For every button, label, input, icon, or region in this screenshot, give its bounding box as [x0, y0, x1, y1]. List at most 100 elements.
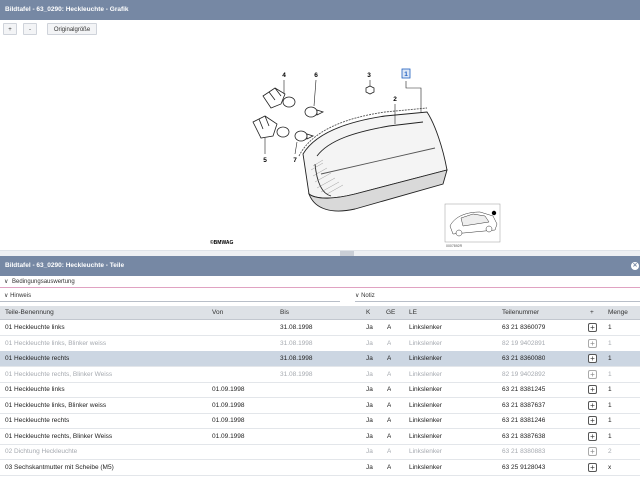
cell-bis: 31.08.1998	[280, 339, 313, 347]
column-header-ge[interactable]: GE	[386, 306, 395, 319]
table-row[interactable]: 01 Heckleuchte rechts 31.08.1998 Ja A Linksl…	[0, 351, 640, 367]
cell-ge: A	[387, 463, 392, 471]
cell-le: Linkslenker	[409, 463, 442, 471]
callout-2[interactable]: 2	[393, 96, 397, 103]
cell-name: 03 Sechskantmutter mit Scheibe (M5)	[5, 463, 114, 471]
cell-le: Linkslenker	[409, 339, 442, 347]
add-to-cart-icon[interactable]: +	[588, 416, 597, 425]
cell-teilenummer: 82 19 9402892	[502, 370, 546, 378]
add-to-cart-icon[interactable]: +	[588, 431, 597, 441]
bulb-socket-5	[252, 115, 290, 139]
cell-von: 01.09.1998	[212, 417, 245, 424]
divider	[0, 287, 640, 288]
cell-name: 01 Heckleuchte rechts	[5, 355, 70, 362]
add-to-cart-icon[interactable]: +	[588, 462, 597, 472]
table-row[interactable]: 01 Heckleuchte rechts 01.09.1998 Ja A Linksl…	[0, 413, 640, 429]
cell-name: 01 Heckleuchte rechts, Blinker Weiss	[5, 370, 113, 378]
column-header-le[interactable]: LE	[409, 306, 417, 319]
car-thumbnail	[444, 203, 501, 243]
cell-von: 01.09.1998	[212, 386, 245, 393]
highlight-dot	[491, 210, 497, 216]
column-header-k[interactable]: K	[366, 306, 370, 319]
tail-light-assembly	[298, 107, 448, 212]
cell-ge: A	[387, 370, 392, 378]
hinweis-label: Hinweis	[10, 293, 32, 299]
cell-k: Ja	[366, 417, 373, 424]
cell-bis: 31.08.1998	[280, 324, 313, 331]
table-row[interactable]: 01 Heckleuchte links 01.09.1998 Ja A Linksle…	[0, 382, 640, 398]
table-row[interactable]: 01 Heckleuchte links, Blinker weiss 31.08…	[0, 336, 640, 352]
cell-k: Ja	[366, 370, 373, 378]
cell-teilenummer: 63 21 8360079	[502, 324, 546, 331]
column-header-von[interactable]: Von	[212, 306, 223, 319]
column-header-teilenummer[interactable]: Teilenummer	[502, 306, 539, 319]
table-row[interactable]: 03 Sechskantmutter mit Scheibe (M5) Ja A Li…	[0, 460, 640, 476]
cell-teilenummer: 63 21 8381246	[502, 417, 546, 424]
cell-le: Linkslenker	[409, 448, 442, 455]
table-row[interactable]: 01 Heckleuchte links 31.08.1998 Ja A Linksle…	[0, 320, 640, 336]
callout-5[interactable]: 5	[263, 157, 267, 164]
cell-bis: 31.08.1998	[280, 370, 313, 378]
column-header-name[interactable]: Teile-Benennung	[5, 306, 54, 319]
column-header-bis[interactable]: Bis	[280, 306, 289, 319]
table-row[interactable]: 01 Heckleuchte rechts, Blinker Weiss 31.0…	[0, 367, 640, 383]
add-to-cart-icon[interactable]: +	[588, 354, 597, 363]
cell-menge: 1	[608, 339, 612, 347]
cell-name: 01 Heckleuchte rechts	[5, 417, 70, 424]
parts-panel-title-text: Bildtafel - 63_0290: Heckleuchte - Teile	[5, 262, 125, 269]
cell-teilenummer: 63 25 9128043	[502, 463, 546, 471]
original-size-button[interactable]: Originalgröße	[47, 23, 97, 35]
add-to-cart-icon[interactable]: +	[588, 369, 597, 379]
cell-menge: 2	[608, 448, 612, 455]
callout-6[interactable]: 6	[314, 72, 318, 79]
condition-section[interactable]: ∨ Bedingungsauswertung	[0, 277, 640, 290]
chevron-down-icon: ∨	[4, 293, 9, 299]
cell-menge: 1	[608, 401, 612, 409]
cell-teilenummer: 63 21 8380883	[502, 448, 546, 455]
table-row[interactable]: 02 Dichtung Heckleuchte Ja A Linkslenker 63 …	[0, 444, 640, 460]
cell-k: Ja	[366, 324, 373, 331]
column-header-add[interactable]: +	[590, 306, 594, 319]
bulb-6	[304, 106, 325, 118]
table-row[interactable]: 01 Heckleuchte rechts, Blinker Weiss 01.0…	[0, 429, 640, 445]
cell-menge: 1	[608, 324, 612, 331]
cell-le: Linkslenker	[409, 370, 442, 378]
cell-von: 01.09.1998	[212, 401, 245, 409]
brand-mark: ©BMWAG	[210, 239, 234, 246]
callout-4[interactable]: 4	[282, 72, 286, 79]
zoom-out-button[interactable]: -	[23, 23, 37, 35]
cell-ge: A	[387, 324, 392, 331]
cell-teilenummer: 63 21 8360080	[502, 355, 546, 362]
chevron-down-icon: ∨	[4, 279, 9, 285]
callout-7[interactable]: 7	[293, 157, 297, 164]
parts-table-header: Teile-Benennung Von Bis K GE LE Teilenum…	[0, 306, 640, 320]
panel-collapse-icon[interactable]: ✕	[631, 262, 639, 270]
condition-label: Bedingungsauswertung	[12, 279, 75, 285]
zoom-in-button[interactable]: +	[3, 23, 17, 35]
cell-teilenummer: 63 21 8381245	[502, 386, 546, 393]
cell-name: 01 Heckleuchte links	[5, 386, 65, 393]
add-to-cart-icon[interactable]: +	[588, 323, 597, 332]
add-to-cart-icon[interactable]: +	[588, 400, 597, 410]
cell-menge: 1	[608, 370, 612, 378]
callout-3[interactable]: 3	[367, 72, 371, 79]
cell-ge: A	[387, 417, 392, 424]
cell-ge: A	[387, 355, 392, 362]
cell-von: 01.09.1998	[212, 432, 245, 440]
notiz-toggle[interactable]: ∨ Notiz	[355, 292, 375, 299]
column-header-menge[interactable]: Menge	[608, 306, 628, 319]
cell-name: 01 Heckleuchte rechts, Blinker Weiss	[5, 432, 113, 440]
cell-le: Linkslenker	[409, 401, 442, 409]
cell-le: Linkslenker	[409, 355, 442, 362]
add-to-cart-icon[interactable]: +	[588, 385, 597, 394]
table-row[interactable]: 01 Heckleuchte links, Blinker weiss 01.09…	[0, 398, 640, 414]
hinweis-toggle[interactable]: ∨ Hinweis	[4, 292, 31, 299]
callout-1[interactable]: 1	[404, 71, 408, 78]
add-to-cart-icon[interactable]: +	[588, 338, 597, 348]
cell-ge: A	[387, 401, 392, 409]
add-to-cart-icon[interactable]: +	[588, 447, 597, 456]
cell-le: Linkslenker	[409, 324, 442, 331]
cell-ge: A	[387, 386, 392, 393]
cell-menge: 1	[608, 417, 612, 424]
parts-panel-title: Bildtafel - 63_0290: Heckleuchte - Teile…	[0, 256, 640, 276]
